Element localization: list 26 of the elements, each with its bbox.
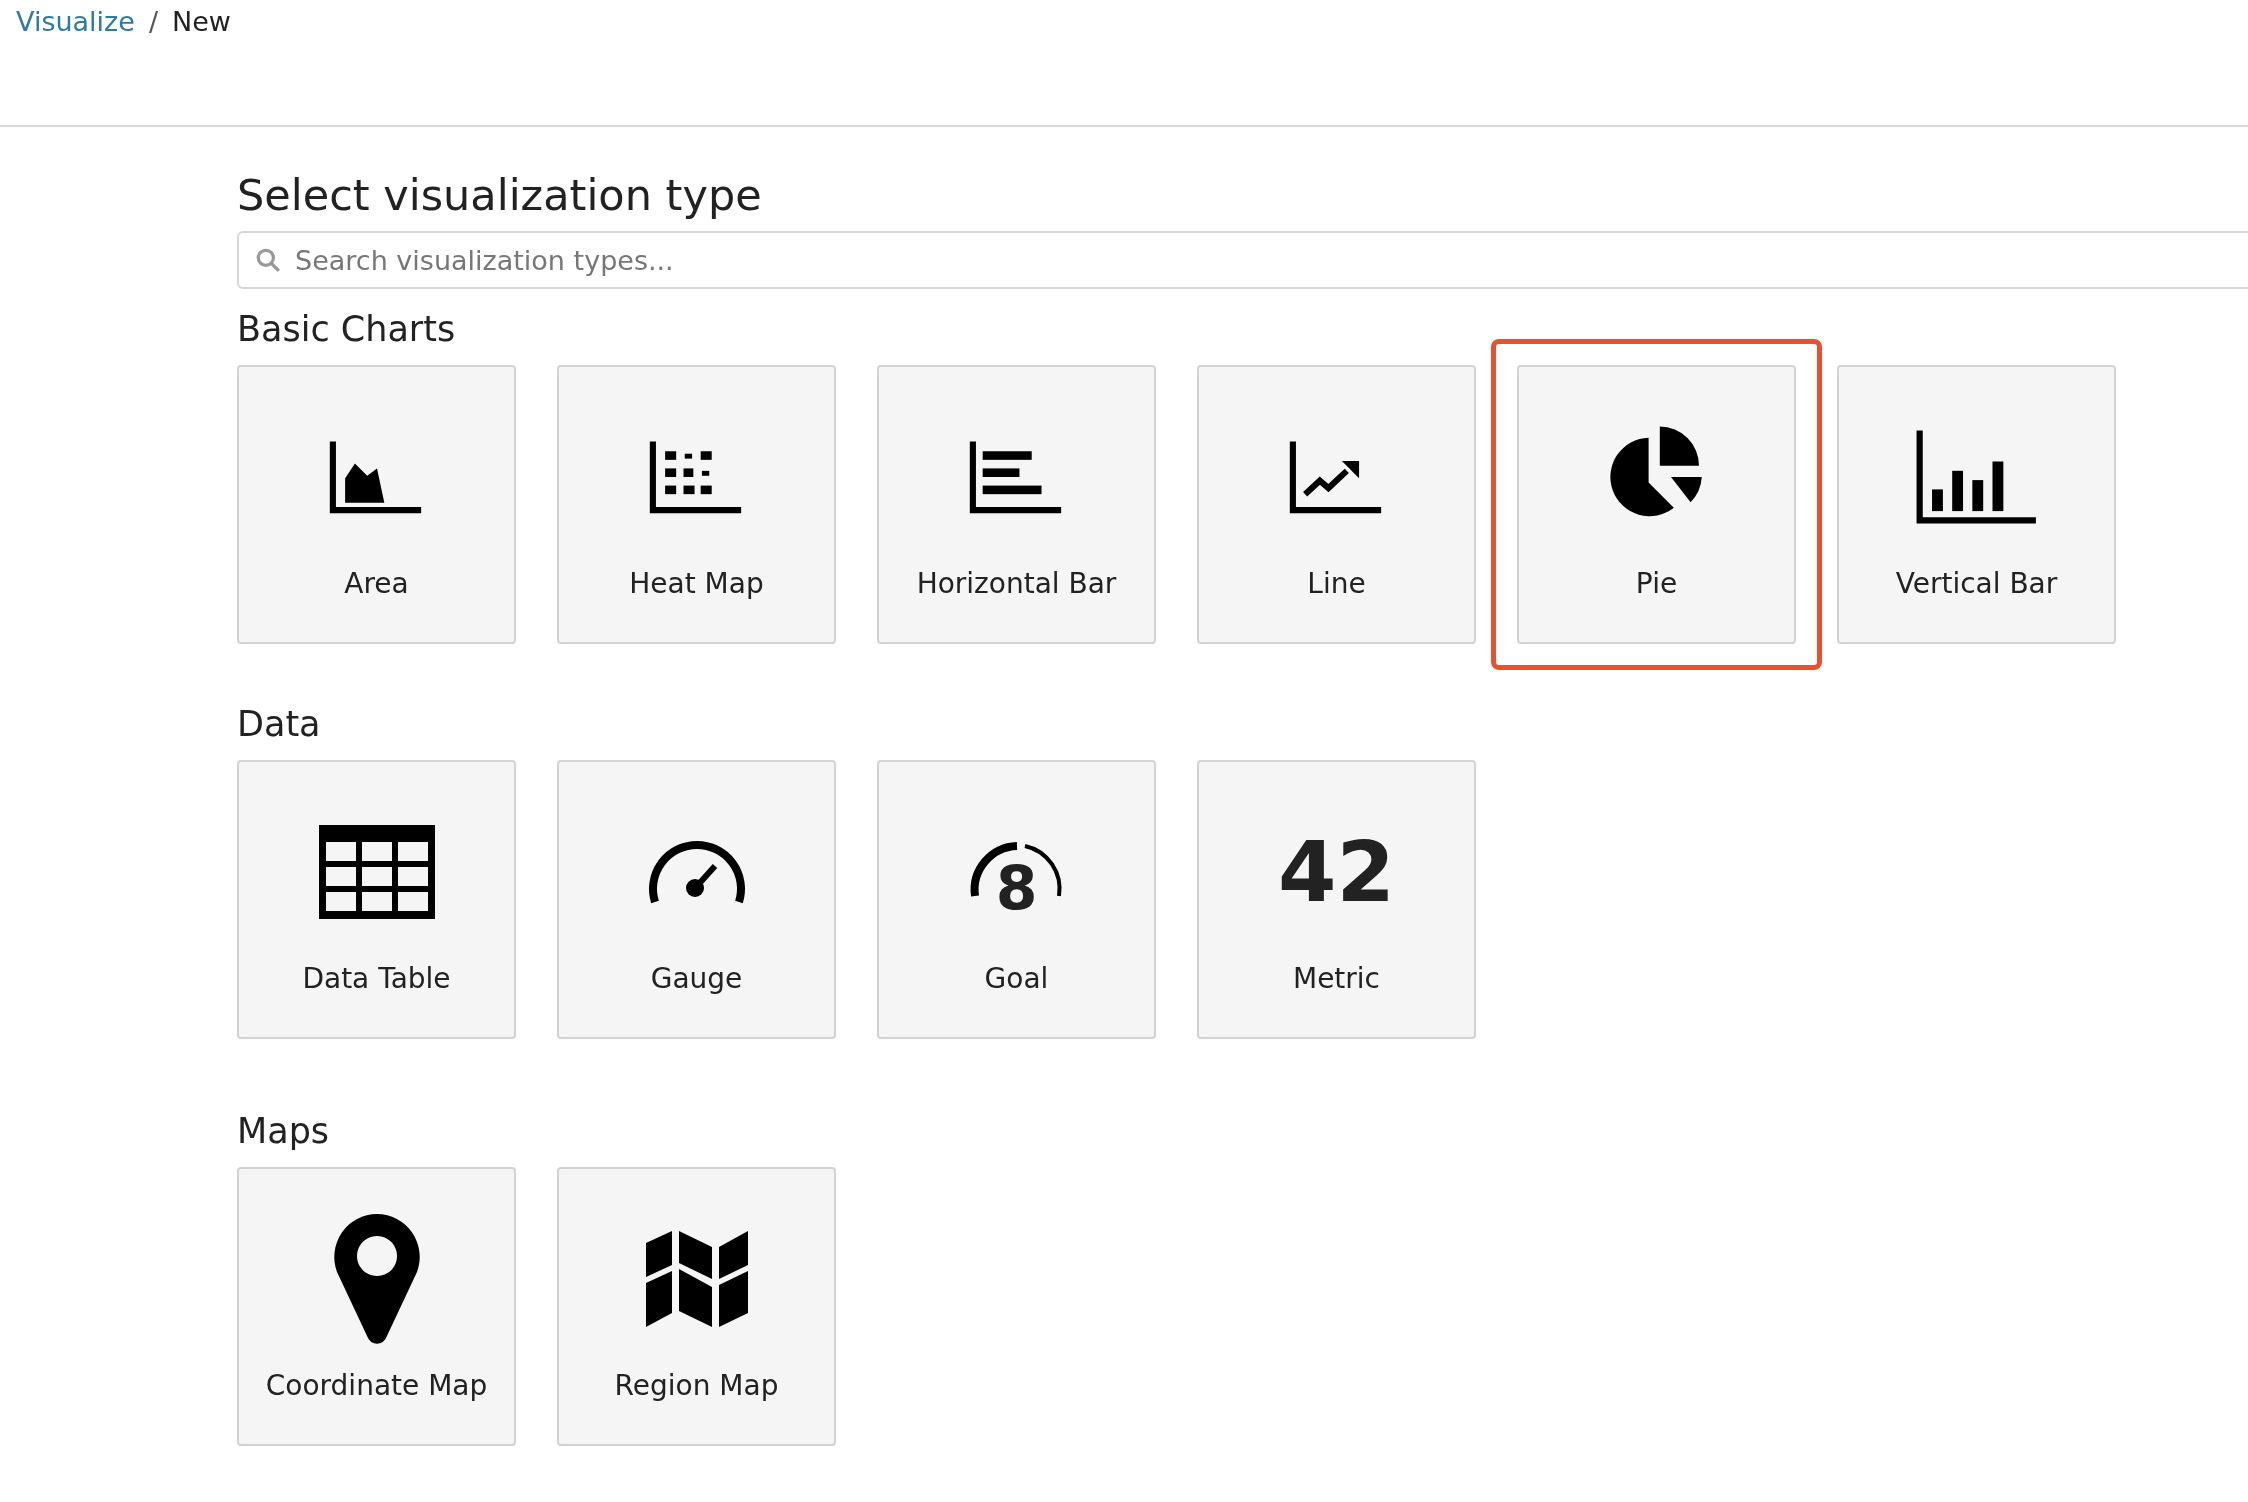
visualization-type-card[interactable]: Line — [1197, 365, 1476, 644]
visualization-type-card[interactable]: Region Map — [557, 1167, 836, 1446]
goal-number: 8 — [995, 858, 1038, 918]
breadcrumb-separator: / — [148, 5, 158, 39]
section-heading: Data — [237, 703, 322, 746]
visualization-type-card[interactable]: Area — [237, 365, 516, 644]
folded-map-icon — [645, 1229, 748, 1329]
visualization-type-card[interactable]: Heat Map — [557, 365, 836, 644]
visualization-type-card[interactable]: Coordinate Map — [237, 1167, 516, 1446]
breadcrumb-link[interactable]: Visualize — [16, 2, 135, 43]
breadcrumb-current: New — [172, 5, 231, 39]
visualization-type-card[interactable]: Gauge — [557, 760, 836, 1039]
visualization-type-card[interactable]: 8 Goal — [877, 760, 1156, 1039]
table-icon — [318, 825, 435, 919]
section-heading: Basic Charts — [237, 308, 457, 351]
visualization-type-card[interactable]: 42 Metric — [1197, 760, 1476, 1039]
visualization-type-card[interactable]: Vertical Bar — [1837, 365, 2116, 644]
visualization-type-card[interactable]: Data Table — [237, 760, 516, 1039]
page-title: Select visualization type — [237, 169, 763, 222]
visualization-type-card[interactable]: Horizontal Bar — [877, 365, 1156, 644]
search-icon — [255, 247, 281, 273]
section-heading: Maps — [237, 1110, 331, 1153]
map-pin-icon — [333, 1214, 420, 1344]
visualization-type-card[interactable]: Pie — [1517, 365, 1796, 644]
metric-number: 42 — [1278, 830, 1395, 914]
search-field[interactable]: Search visualization types... — [237, 231, 2248, 289]
